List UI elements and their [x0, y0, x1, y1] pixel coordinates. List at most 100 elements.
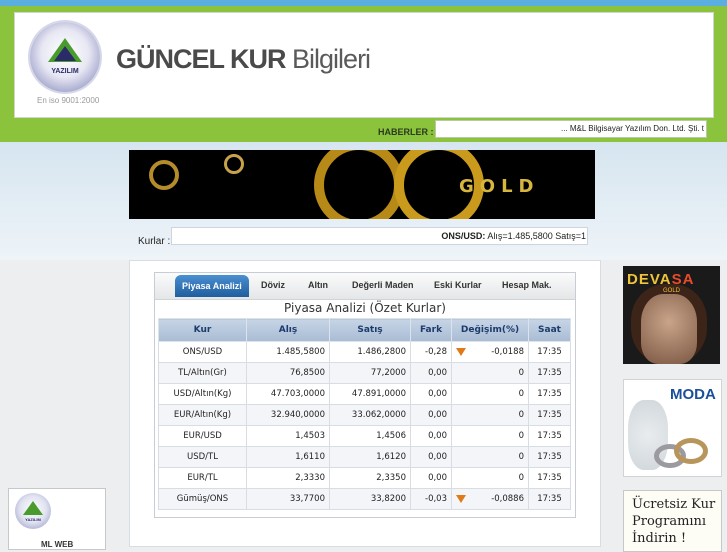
- gold-banner[interactable]: GOLD: [129, 150, 595, 219]
- widget-tabs: Piyasa Analizi Döviz Altın Değerli Maden…: [155, 273, 575, 300]
- cell-fark-value: 0,00: [428, 452, 447, 462]
- iso-text: En iso 9001:2000: [37, 96, 100, 105]
- tab-doviz[interactable]: Döviz: [261, 280, 285, 290]
- cell-alis-value: 1.485,5800: [276, 347, 325, 357]
- cell-satis: 1,4506: [329, 425, 411, 447]
- cell-fark: 0,00: [410, 362, 452, 384]
- table-row: EUR/Altın(Kg) 32.940,0000 33.062,0000 0,00 0…: [158, 404, 571, 426]
- cell-satis: 1,6120: [329, 446, 411, 468]
- cell-fark-value: -0,03: [425, 494, 447, 504]
- cell-satis-value: 33,8200: [370, 494, 406, 504]
- cell-fark: 0,00: [410, 467, 452, 489]
- ad-model-face: [641, 294, 697, 364]
- cell-satis: 33,8200: [329, 488, 411, 510]
- cell-kur: EUR/USD: [158, 425, 247, 447]
- col-saat: Saat: [528, 318, 571, 342]
- cell-alis: 1.485,5800: [246, 341, 330, 363]
- table-header-row: Kur Alış Satış Fark Değişim(%) Saat: [158, 318, 571, 342]
- cell-kur: USD/Altın(Kg): [158, 383, 247, 405]
- cell-fark-value: 0,00: [428, 368, 447, 378]
- table-row: ONS/USD 1.485,5800 1.486,2800 -0,28 -0,0188 1…: [158, 341, 571, 363]
- cell-satis-value: 1.486,2800: [357, 347, 406, 357]
- cell-kur-value: TL/Altın(Gr): [178, 368, 227, 378]
- cell-fark: -0,28: [410, 341, 452, 363]
- devasa-sub: GOLD: [663, 288, 681, 294]
- jewel-ring-icon: [149, 160, 179, 190]
- company-logo[interactable]: YAZILIM: [30, 22, 100, 92]
- cell-degisim: 0: [451, 404, 529, 426]
- page-title: GÜNCEL KUR Bilgileri: [116, 44, 371, 75]
- cell-degisim: 0: [451, 446, 529, 468]
- market-widget: Piyasa Analizi Döviz Altın Değerli Maden…: [154, 272, 576, 518]
- cell-satis-value: 1,6120: [376, 452, 406, 462]
- left-promo-box[interactable]: YAZILIM ML WEB: [8, 488, 106, 550]
- cell-saat: 17:35: [528, 446, 571, 468]
- download-program-ad[interactable]: Ücretsiz Kur Programını İndirin !: [623, 490, 722, 552]
- cell-alis: 33,7700: [246, 488, 330, 510]
- rates-table: Kur Alış Satış Fark Değişim(%) Saat ONS/…: [158, 318, 571, 510]
- gold-ring-left-icon: [314, 150, 404, 219]
- cell-kur-value: USD/TL: [187, 452, 218, 462]
- cell-kur-value: EUR/USD: [183, 431, 222, 441]
- cell-saat: 17:35: [528, 467, 571, 489]
- cell-fark: -0,03: [410, 488, 452, 510]
- cell-saat: 17:35: [528, 404, 571, 426]
- cell-kur-value: EUR/TL: [187, 473, 218, 483]
- cell-fark-value: 0,00: [428, 410, 447, 420]
- cell-kur-value: USD/Altın(Kg): [173, 389, 232, 399]
- moda-ad[interactable]: MODA: [623, 379, 722, 477]
- cell-saat: 17:35: [528, 383, 571, 405]
- cell-kur-value: EUR/Altın(Kg): [173, 410, 232, 420]
- cell-degisim-value: 0: [518, 473, 524, 483]
- col-alis: Alış: [246, 318, 330, 342]
- cell-satis: 2,3350: [329, 467, 411, 489]
- cell-fark-value: 0,00: [428, 473, 447, 483]
- cell-degisim-value: -0,0188: [491, 347, 524, 357]
- tab-eski-kurlar[interactable]: Eski Kurlar: [434, 280, 482, 290]
- cell-degisim-value: -0,0886: [491, 494, 524, 504]
- cell-saat: 17:35: [528, 341, 571, 363]
- news-ticker[interactable]: ... M&L Bilgisayar Yazılım Don. Ltd. Şti…: [435, 120, 707, 138]
- cell-kur: EUR/TL: [158, 467, 247, 489]
- arrow-down-icon: [456, 348, 466, 356]
- logo-mountain-inner-icon: [54, 46, 76, 61]
- tab-hesap-mak[interactable]: Hesap Mak.: [502, 280, 552, 290]
- tab-degerli-maden[interactable]: Değerli Maden: [352, 280, 414, 290]
- gold-ring-icon: [674, 438, 708, 464]
- table-row: Gümüş/ONS 33,7700 33,8200 -0,03 -0,0886 17:35: [158, 488, 571, 510]
- cell-alis-value: 32.940,0000: [270, 410, 325, 420]
- cell-satis-value: 77,2000: [370, 368, 406, 378]
- cell-kur: USD/TL: [158, 446, 247, 468]
- cell-alis: 1,6110: [246, 446, 330, 468]
- col-satis: Satış: [329, 318, 411, 342]
- cell-degisim: -0,0886: [451, 488, 529, 510]
- moda-title: MODA: [670, 386, 716, 403]
- cell-degisim-value: 0: [518, 452, 524, 462]
- cell-saat-value: 17:35: [537, 347, 562, 357]
- cell-satis: 1.486,2800: [329, 341, 411, 363]
- kurlar-ticker[interactable]: ONS/USD: Alış=1.485,5800 Satış=1: [171, 227, 588, 245]
- banner-gold-text: GOLD: [459, 176, 540, 197]
- title-bold: GÜNCEL KUR: [116, 44, 287, 74]
- left-logo-text: YAZILIM: [25, 517, 41, 522]
- arrow-down-icon: [456, 495, 466, 503]
- left-logo-mountain-icon: [23, 501, 43, 515]
- cell-satis-value: 33.062,0000: [351, 410, 406, 420]
- cell-alis-value: 33,7700: [289, 494, 325, 504]
- tab-piyasa-analizi[interactable]: Piyasa Analizi: [175, 275, 249, 297]
- left-logo: YAZILIM: [15, 493, 51, 529]
- kurlar-label: Kurlar :: [138, 236, 171, 247]
- cell-kur: Gümüş/ONS: [158, 488, 247, 510]
- cell-satis: 77,2000: [329, 362, 411, 384]
- cell-satis: 33.062,0000: [329, 404, 411, 426]
- col-kur: Kur: [158, 318, 247, 342]
- cell-saat: 17:35: [528, 488, 571, 510]
- cell-saat: 17:35: [528, 425, 571, 447]
- tab-altin[interactable]: Altın: [308, 280, 328, 290]
- devasa-gold-ad[interactable]: DEVASA GOLD: [623, 266, 720, 364]
- cell-saat-value: 17:35: [537, 452, 562, 462]
- cell-satis-value: 47.891,0000: [351, 389, 406, 399]
- cell-kur: EUR/Altın(Kg): [158, 404, 247, 426]
- col-fark: Fark: [410, 318, 452, 342]
- table-row: EUR/TL 2,3330 2,3350 0,00 0 17:35: [158, 467, 571, 489]
